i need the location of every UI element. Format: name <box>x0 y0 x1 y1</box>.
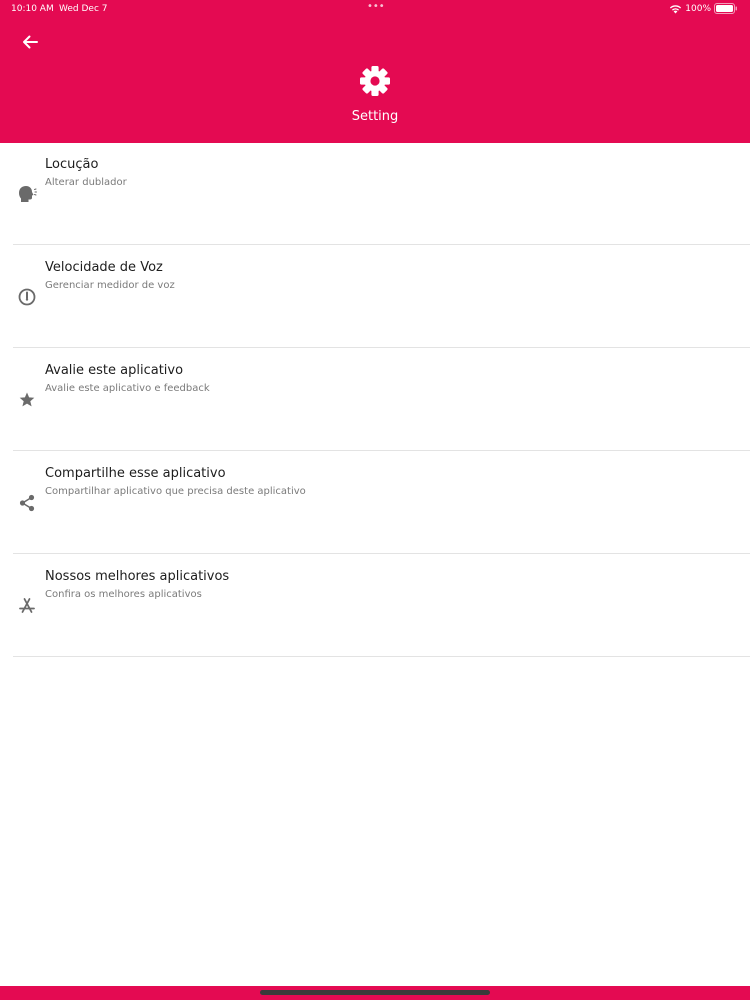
setting-item-subtitle: Gerenciar medidor de voz <box>45 280 175 291</box>
setting-item-rate-app[interactable]: Avalie este aplicativo Avalie este aplic… <box>0 349 750 451</box>
status-bar: 10:10 AM Wed Dec 7 ••• 100% <box>0 0 750 18</box>
setting-item-subtitle: Confira os melhores aplicativos <box>45 589 202 600</box>
status-time: 10:10 AM <box>11 4 54 14</box>
setting-item-title: Nossos melhores aplicativos <box>45 569 230 584</box>
speedometer-icon <box>16 286 38 308</box>
page-title: Setting <box>351 109 399 124</box>
setting-item-title: Avalie este aplicativo <box>45 363 184 378</box>
setting-item-title: Locução <box>45 157 99 172</box>
divider <box>13 450 750 451</box>
wifi-icon <box>670 4 682 13</box>
speaking-head-icon <box>16 183 38 205</box>
back-button[interactable] <box>17 29 43 55</box>
status-date: Wed Dec 7 <box>59 4 108 14</box>
arrow-left-icon <box>23 35 38 49</box>
divider <box>13 347 750 348</box>
setting-item-voice-speed[interactable]: Velocidade de Voz Gerenciar medidor de v… <box>0 246 750 348</box>
setting-item-voice[interactable]: Locução Alterar dublador <box>0 143 750 245</box>
divider <box>13 553 750 554</box>
gear-icon <box>358 64 392 98</box>
setting-item-title: Compartilhe esse aplicativo <box>45 466 226 481</box>
setting-item-subtitle: Compartilhar aplicativo que precisa dest… <box>45 486 306 497</box>
divider <box>13 656 750 657</box>
home-indicator[interactable] <box>260 990 490 995</box>
share-icon <box>16 492 38 514</box>
divider <box>13 244 750 245</box>
battery-icon <box>714 3 737 14</box>
battery-percent: 100% <box>685 3 711 14</box>
setting-item-best-apps[interactable]: Nossos melhores aplicativos Confira os m… <box>0 555 750 657</box>
status-indicators: 100% <box>669 3 738 14</box>
multitasking-dots[interactable]: ••• <box>367 1 385 12</box>
star-icon <box>16 389 38 411</box>
header-bar: 10:10 AM Wed Dec 7 ••• 100% Setting <box>0 0 750 143</box>
setting-item-subtitle: Alterar dublador <box>45 177 127 188</box>
setting-item-subtitle: Avalie este aplicativo e feedback <box>45 383 210 394</box>
app-store-icon <box>16 595 38 617</box>
setting-item-title: Velocidade de Voz <box>45 260 163 275</box>
setting-item-share-app[interactable]: Compartilhe esse aplicativo Compartilhar… <box>0 452 750 554</box>
